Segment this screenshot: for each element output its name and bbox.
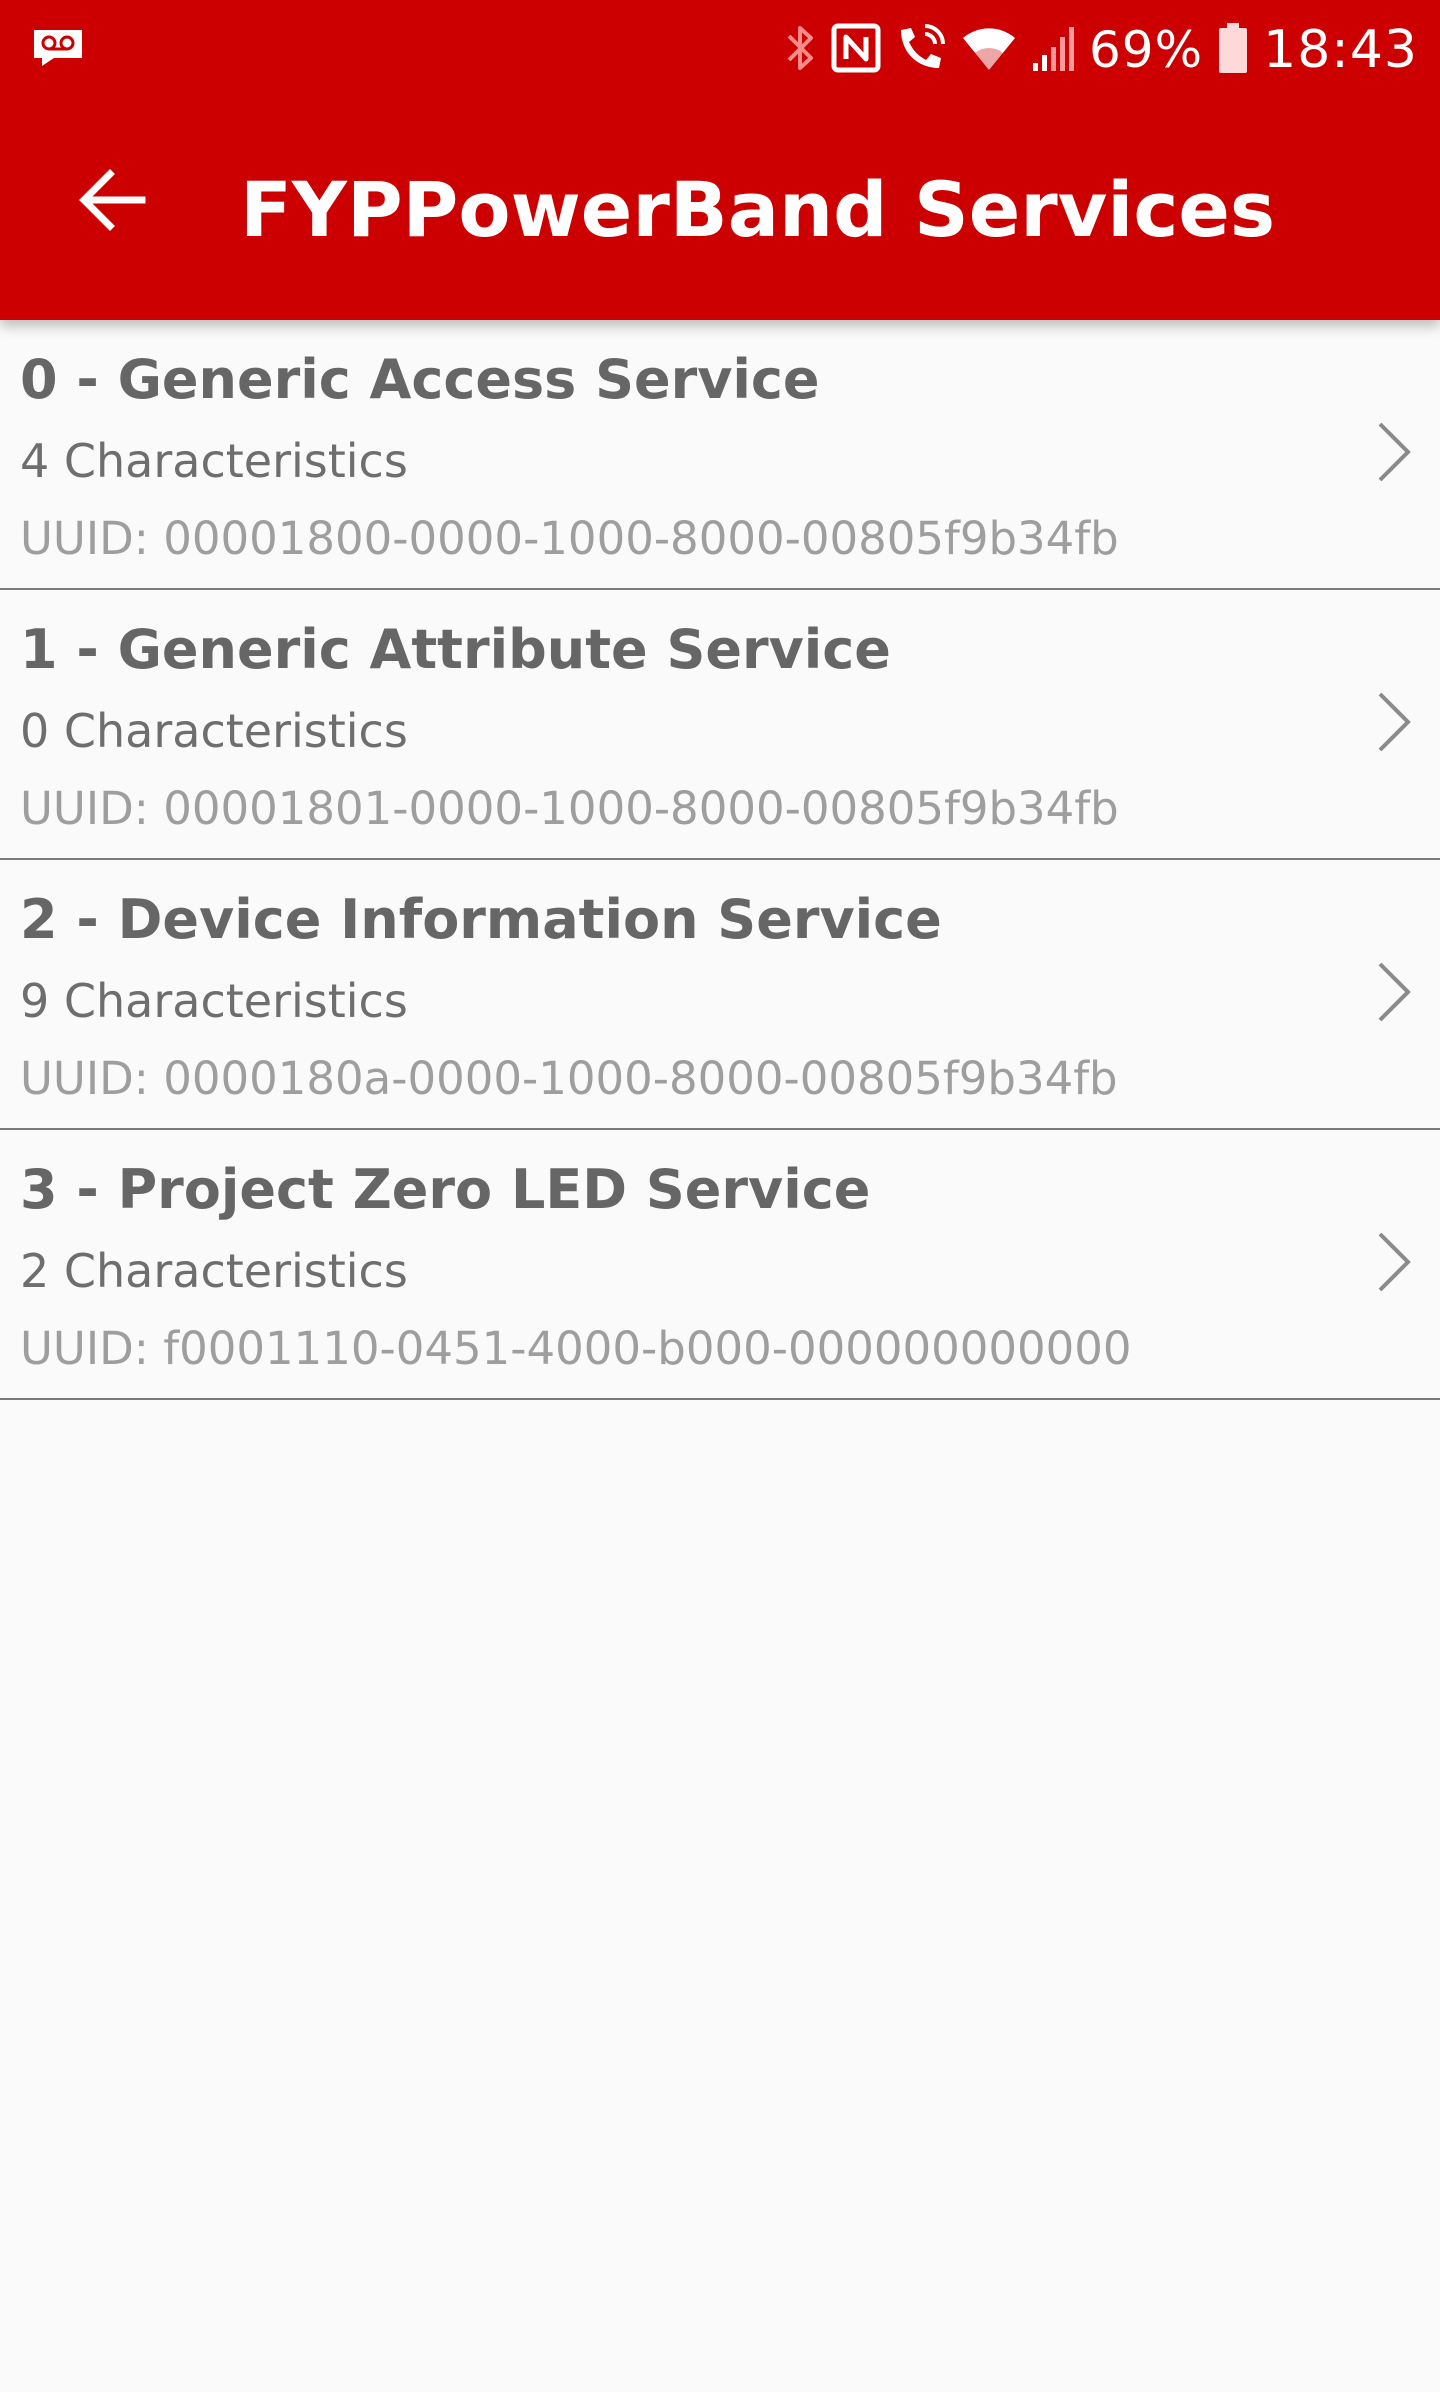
arrow-left-icon xyxy=(78,168,146,237)
chevron-right-icon xyxy=(1368,960,1416,1024)
chevron-right-icon xyxy=(1368,1230,1416,1294)
wifi-calling-icon xyxy=(895,22,947,79)
clock: 18:43 xyxy=(1263,20,1418,80)
nfc-icon xyxy=(831,23,881,78)
chevron-right-icon xyxy=(1368,420,1416,484)
back-button[interactable] xyxy=(60,150,164,254)
service-uuid: UUID: 0000180a-0000-1000-8000-00805f9b34… xyxy=(20,1052,1118,1105)
signal-icon xyxy=(1031,23,1079,78)
battery-icon xyxy=(1217,22,1249,79)
service-name: 0 - Generic Access Service xyxy=(20,348,820,411)
service-characteristics-count: 9 Characteristics xyxy=(20,974,408,1028)
bluetooth-icon xyxy=(783,22,817,79)
page-title: FYPPowerBand Services xyxy=(240,165,1276,254)
service-list: 0 - Generic Access Service 4 Characteris… xyxy=(0,320,1440,1400)
service-uuid: UUID: 00001801-0000-1000-8000-00805f9b34… xyxy=(20,782,1119,835)
status-bar: 69% 18:43 xyxy=(0,0,1440,100)
service-characteristics-count: 0 Characteristics xyxy=(20,704,408,758)
service-item[interactable]: 1 - Generic Attribute Service 0 Characte… xyxy=(0,590,1440,860)
service-name: 2 - Device Information Service xyxy=(20,888,942,951)
wifi-icon xyxy=(961,24,1017,77)
service-name: 1 - Generic Attribute Service xyxy=(20,618,891,681)
service-item[interactable]: 3 - Project Zero LED Service 2 Character… xyxy=(0,1130,1440,1400)
service-name: 3 - Project Zero LED Service xyxy=(20,1158,871,1221)
service-item[interactable]: 2 - Device Information Service 9 Charact… xyxy=(0,860,1440,1130)
battery-percent: 69% xyxy=(1089,21,1204,79)
service-characteristics-count: 2 Characteristics xyxy=(20,1244,408,1298)
service-uuid: UUID: 00001800-0000-1000-8000-00805f9b34… xyxy=(20,512,1119,565)
service-item[interactable]: 0 - Generic Access Service 4 Characteris… xyxy=(0,320,1440,590)
chevron-right-icon xyxy=(1368,690,1416,754)
service-characteristics-count: 4 Characteristics xyxy=(20,434,408,488)
app-bar: 69% 18:43 FYPPowerBand Services xyxy=(0,0,1440,320)
service-uuid: UUID: f0001110-0451-4000-b000-0000000000… xyxy=(20,1322,1132,1375)
voicemail-icon xyxy=(32,28,84,68)
